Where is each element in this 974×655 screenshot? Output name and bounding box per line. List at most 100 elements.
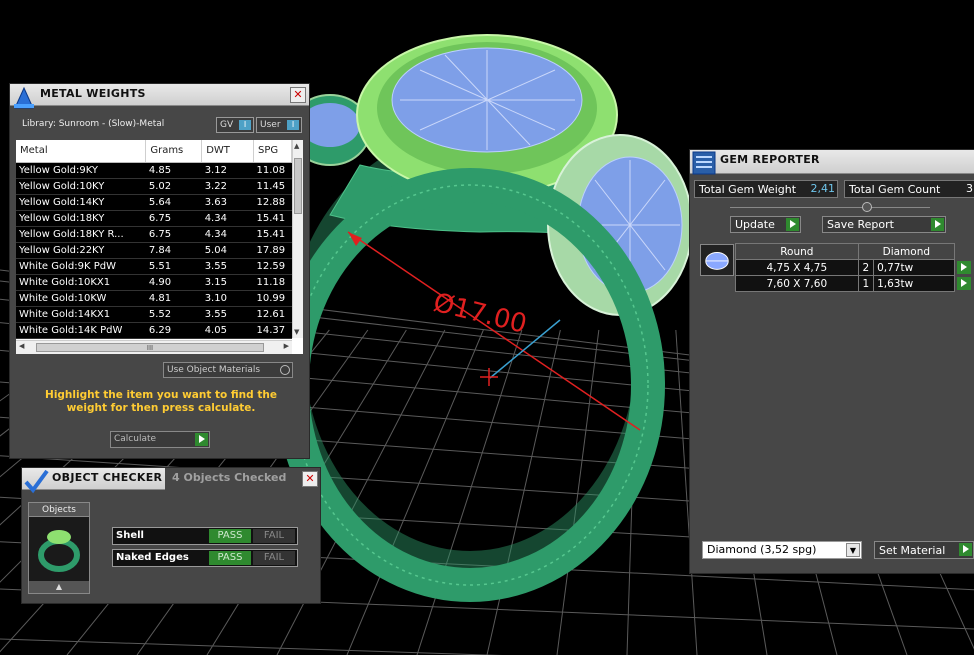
table-cell: White Gold:10KX1 (16, 274, 146, 291)
vertical-scrollbar[interactable]: ▲ ▼ (292, 140, 303, 338)
table-row[interactable]: Yellow Gold:10KY 5.02 3.22 11.45 (16, 178, 292, 195)
close-icon[interactable]: ✕ (290, 87, 306, 103)
table-cell: 6.75 (145, 210, 202, 227)
objects-list[interactable]: Objects ▲ (28, 502, 90, 594)
total-gem-count-value: 3 (966, 182, 973, 195)
gem-count-cell: 1 (857, 275, 875, 292)
chevron-down-icon: ▼ (846, 543, 860, 557)
scroll-up-arrow-icon[interactable]: ▲ (29, 581, 89, 593)
table-cell: 4.81 (145, 290, 202, 307)
user-toggle-label: User (260, 120, 281, 130)
close-icon[interactable]: ✕ (302, 471, 318, 487)
check-label: Shell (116, 530, 144, 541)
table-row[interactable]: White Gold:9K PdW 5.51 3.55 12.59 (16, 258, 292, 275)
metal-weights-titlebar[interactable]: METAL WEIGHTS ✕ (10, 84, 309, 109)
object-checker-panel: OBJECT CHECKER 4 Objects Checked ✕ Objec… (21, 467, 321, 604)
pass-badge: PASS (209, 551, 251, 565)
table-row[interactable]: Yellow Gold:14KY 5.64 3.63 12.88 (16, 194, 292, 211)
horizontal-scrollbar[interactable]: ◀ III ▶ (16, 340, 292, 354)
check-label: Naked Edges (116, 552, 189, 563)
table-cell: 5.64 (145, 194, 202, 211)
vertical-scroll-thumb[interactable] (294, 158, 302, 214)
update-button[interactable]: Update (730, 216, 801, 233)
metal-table[interactable]: Metal Grams DWT SPG Yellow Gold:9KY 4.85 3.12… (16, 140, 303, 354)
column-header[interactable]: Grams (145, 140, 203, 163)
table-cell: 3.63 (201, 194, 254, 211)
table-row[interactable]: White Gold:14K PdW 6.29 4.05 14.37 (16, 322, 292, 339)
table-cell: 4.90 (145, 274, 202, 291)
user-toggle[interactable]: User I (256, 117, 302, 133)
table-cell: Yellow Gold:9KY (16, 162, 146, 179)
table-cell: 15.41 (253, 226, 292, 243)
table-row[interactable]: Yellow Gold:22KY 7.84 5.04 17.89 (16, 242, 292, 259)
use-object-materials-toggle[interactable]: Use Object Materials (163, 362, 293, 378)
ring-thumbnail[interactable] (29, 517, 89, 581)
table-cell: 3.55 (201, 258, 254, 275)
column-header-round: Round (735, 243, 859, 260)
calculate-label: Calculate (114, 434, 157, 444)
table-cell: Yellow Gold:18KY R... (16, 226, 146, 243)
gem-count: 2 (862, 261, 870, 274)
scroll-left-icon[interactable]: ◀ (19, 342, 24, 350)
gem-reporter-titlebar[interactable]: GEM REPORTER (690, 150, 974, 175)
checkmark-icon (24, 469, 49, 494)
table-cell: White Gold:10KW (16, 290, 146, 307)
table-cell: 6.75 (145, 226, 202, 243)
column-header[interactable]: DWT (201, 140, 255, 163)
play-arrow-icon (195, 433, 208, 446)
table-cell: Yellow Gold:10KY (16, 178, 146, 195)
gem-size-cell: 7,60 X 7,60 (735, 275, 859, 292)
table-row[interactable]: White Gold:10KX1 4.90 3.15 11.18 (16, 274, 292, 291)
objects-checked-count: 4 Objects Checked (172, 471, 287, 484)
play-arrow-icon[interactable] (957, 277, 971, 290)
metal-weights-icon (14, 86, 34, 109)
gem-weight-cell: 0,77tw (873, 259, 971, 276)
scroll-up-icon[interactable]: ▲ (294, 142, 299, 150)
save-report-button[interactable]: Save Report (822, 216, 946, 233)
table-row[interactable]: White Gold:14KX1 5.52 3.55 12.61 (16, 306, 292, 323)
fail-badge: FAIL (253, 529, 295, 543)
table-row[interactable]: White Gold:10KW 4.81 3.10 10.99 (16, 290, 292, 307)
table-cell: 5.02 (145, 178, 202, 195)
table-cell: 4.05 (201, 322, 254, 339)
table-row[interactable]: Yellow Gold:9KY 4.85 3.12 11.08 (16, 162, 292, 179)
calculate-button[interactable]: Calculate (110, 431, 210, 448)
gem-row[interactable]: 4,75 X 4,75 2 0,77tw (735, 259, 971, 276)
table-cell: 3.10 (201, 290, 254, 307)
table-cell: Yellow Gold:22KY (16, 242, 146, 259)
material-select[interactable]: Diamond (3,52 spg) ▼ (702, 541, 862, 559)
scroll-right-icon[interactable]: ▶ (284, 342, 289, 350)
table-cell: 10.99 (253, 290, 292, 307)
table-cell: 7.84 (145, 242, 202, 259)
gv-toggle[interactable]: GV I (216, 117, 254, 133)
gem-weight: 0,77tw (877, 261, 914, 274)
gem-table: Round Diamond 4,75 X 4,75 2 0,77tw 7,60 X 7… (735, 243, 971, 292)
gv-toggle-label: GV (220, 120, 234, 130)
table-cell: 3.22 (201, 178, 254, 195)
horizontal-scroll-thumb[interactable]: III (36, 343, 264, 352)
material-select-value: Diamond (3,52 spg) (707, 543, 817, 556)
scroll-down-icon[interactable]: ▼ (294, 328, 299, 336)
column-header[interactable]: SPG (253, 140, 292, 163)
column-header[interactable]: Metal (16, 140, 147, 163)
divider (730, 207, 930, 208)
table-cell: 5.51 (145, 258, 202, 275)
object-checker-titlebar[interactable]: OBJECT CHECKER (22, 468, 165, 494)
metal-weights-title: METAL WEIGHTS (40, 87, 146, 100)
table-cell: 14.37 (253, 322, 292, 339)
round-diamond-icon[interactable] (700, 244, 734, 276)
table-cell: 12.88 (253, 194, 292, 211)
table-row[interactable]: Yellow Gold:18KY R... 6.75 4.34 15.41 (16, 226, 292, 243)
table-cell: 17.89 (253, 242, 292, 259)
gem-row[interactable]: 7,60 X 7,60 1 1,63tw (735, 275, 971, 292)
table-cell: 11.08 (253, 162, 292, 179)
table-row[interactable]: Yellow Gold:18KY 6.75 4.34 15.41 (16, 210, 292, 227)
set-material-button[interactable]: Set Material (874, 541, 974, 559)
play-arrow-icon (786, 218, 799, 231)
gem-count: 1 (862, 277, 870, 290)
splitter-handle[interactable] (862, 202, 872, 212)
table-cell: 3.12 (201, 162, 254, 179)
table-cell: 3.15 (201, 274, 254, 291)
hint-text: Highlight the item you want to find the … (45, 389, 277, 414)
play-arrow-icon[interactable] (957, 261, 971, 274)
